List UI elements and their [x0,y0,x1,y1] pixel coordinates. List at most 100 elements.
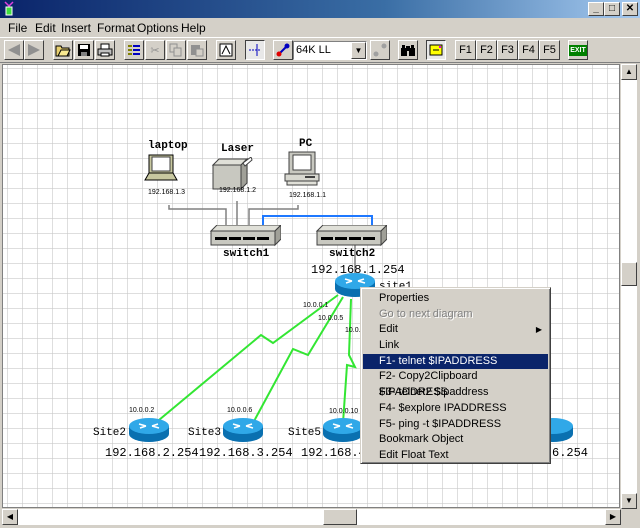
menu-item-properties[interactable]: Properties [363,291,548,307]
back-arrow-icon [8,44,20,56]
link-disabled-icon [373,43,387,57]
folder-open-icon [55,45,71,57]
switch2-icon[interactable] [315,225,387,247]
ip-site3-lan: 192.168.3.254 [199,446,293,460]
horizontal-scrollbar[interactable]: ◀ ▶ [2,509,621,525]
switch1-icon[interactable] [209,225,281,247]
printer-icon [97,43,113,57]
scissors-icon: ✂ [150,44,160,57]
connect-points-button[interactable] [245,40,265,60]
vertical-scrollbar[interactable]: ▲ ▼ [621,64,637,509]
ip-site1-link-3: 10.0. [345,327,361,334]
menu-file[interactable]: File [8,21,27,35]
close-button[interactable]: ✕ [622,2,638,16]
chevron-down-icon[interactable]: ▼ [351,42,366,59]
f4-button[interactable]: F4 [518,40,539,60]
text-frame-icon [219,43,233,57]
menu-edit[interactable]: Edit [35,21,56,35]
laptop-icon[interactable] [143,153,179,185]
menu-insert[interactable]: Insert [61,21,91,35]
menu-item-f2-copy2clipboard[interactable]: F2- Copy2Clipboard $IPADDRESS [363,369,548,398]
exit-button[interactable]: EXIT [568,40,588,60]
binoculars-icon [401,45,415,56]
minimize-button[interactable]: _ [588,2,604,16]
f1-button[interactable]: F1 [455,40,476,60]
menu-options[interactable]: Options [137,21,178,35]
scroll-down-icon[interactable]: ▼ [621,493,637,509]
ip-site6-lan: 6.254 [552,446,589,460]
ip-laptop: 192.168.1.3 [148,189,185,196]
menu-item-f1-telnet[interactable]: F1- telnet $IPADDRESS [363,353,548,370]
f2-button[interactable]: F2 [476,40,497,60]
f3-button[interactable]: F3 [497,40,518,60]
link-speed-select[interactable]: 64K LL ▼ [293,41,367,60]
label-switch2: switch2 [329,248,376,260]
menu-item-f4-explore[interactable]: F4- $explore IPADDRESS [363,401,548,417]
ip-site2-lan: 192.168.2.254 [105,446,199,460]
open-button[interactable] [53,40,73,60]
link-line-icon [276,43,290,57]
menu-item-f5-ping[interactable]: F5- ping -t $IPADDRESS [363,417,548,433]
f5-button[interactable]: F5 [539,40,560,60]
ip-site5-lan: 192.168.4 [301,446,366,460]
back-button[interactable] [4,40,24,60]
menu-item-link[interactable]: Link [363,338,548,354]
ip-site5-wan: 10.0.0.10 [329,408,359,415]
save-button[interactable] [74,40,94,60]
find-button[interactable] [398,40,418,60]
menu-bar: File Edit Insert Format Options Help [0,19,640,37]
label-laser: Laser [221,143,255,155]
ip-site1-link-2: 10.0.0.5 [318,315,344,322]
scroll-up-icon[interactable]: ▲ [621,64,637,80]
ip-site3-wan: 10.0.0.6 [227,407,253,414]
link-style-button[interactable] [370,40,390,60]
label-site5: Site5 [288,427,322,439]
connect-points-icon [249,44,261,56]
label-site3: Site3 [188,427,222,439]
text-button[interactable] [216,40,236,60]
menu-item-f3-telnet2[interactable]: F3- telnet2 $ipaddress [363,385,548,401]
menu-item-edit-float-text[interactable]: Edit Float Text [363,448,548,464]
forward-button[interactable] [24,40,44,60]
wan-link-site2[interactable] [158,294,339,421]
menu-help[interactable]: Help [181,21,206,35]
list-properties-icon [128,45,140,55]
printer-device-icon[interactable] [211,157,253,191]
print-button[interactable] [95,40,115,60]
ip-laser: 192.168.1.2 [219,187,256,194]
copy-button[interactable] [166,40,186,60]
menu-item-go-to-next-diagram: Go to next diagram [379,307,473,320]
note-icon [429,44,443,56]
menu-format[interactable]: Format [97,21,135,35]
properties-button[interactable] [124,40,144,60]
scroll-right-icon[interactable]: ▶ [605,509,621,525]
ip-site2-wan: 10.0.0.2 [129,407,155,414]
cut-button[interactable]: ✂ [145,40,165,60]
forward-arrow-icon [28,44,40,56]
floppy-disk-icon [78,44,90,56]
menu-item-bookmark-object[interactable]: Bookmark Object [363,432,548,448]
menu-item-edit[interactable]: Edit ▶ [363,322,548,338]
menu-item-edit-label: Edit [379,323,398,336]
router-site3-icon[interactable] [221,417,265,443]
copy-icon [169,43,182,57]
link-button[interactable] [273,40,293,60]
wan-link-site5[interactable] [342,298,357,424]
toolbar: ✂ 64K LL ▼ F1 F2 F3 F4 F5 EXIT [0,37,640,63]
vertical-scroll-thumb[interactable] [621,262,637,286]
paste-button[interactable] [187,40,207,60]
horizontal-scroll-thumb[interactable] [323,509,357,525]
submenu-arrow-icon: ▶ [535,325,542,335]
router-site5-icon[interactable] [321,417,365,443]
paste-icon [191,45,204,57]
title-bar: _ □ ✕ [0,0,640,18]
maximize-button[interactable]: □ [604,2,620,16]
link-speed-value: 64K LL [296,44,331,56]
router-site2-icon[interactable] [127,417,171,443]
ip-site1-link-1: 10.0.0.1 [303,302,329,309]
label-laptop: laptop [148,140,188,152]
label-pc: PC [299,138,313,150]
float-text-button[interactable] [426,40,446,60]
pc-icon[interactable] [283,151,325,187]
scroll-left-icon[interactable]: ◀ [2,509,18,525]
